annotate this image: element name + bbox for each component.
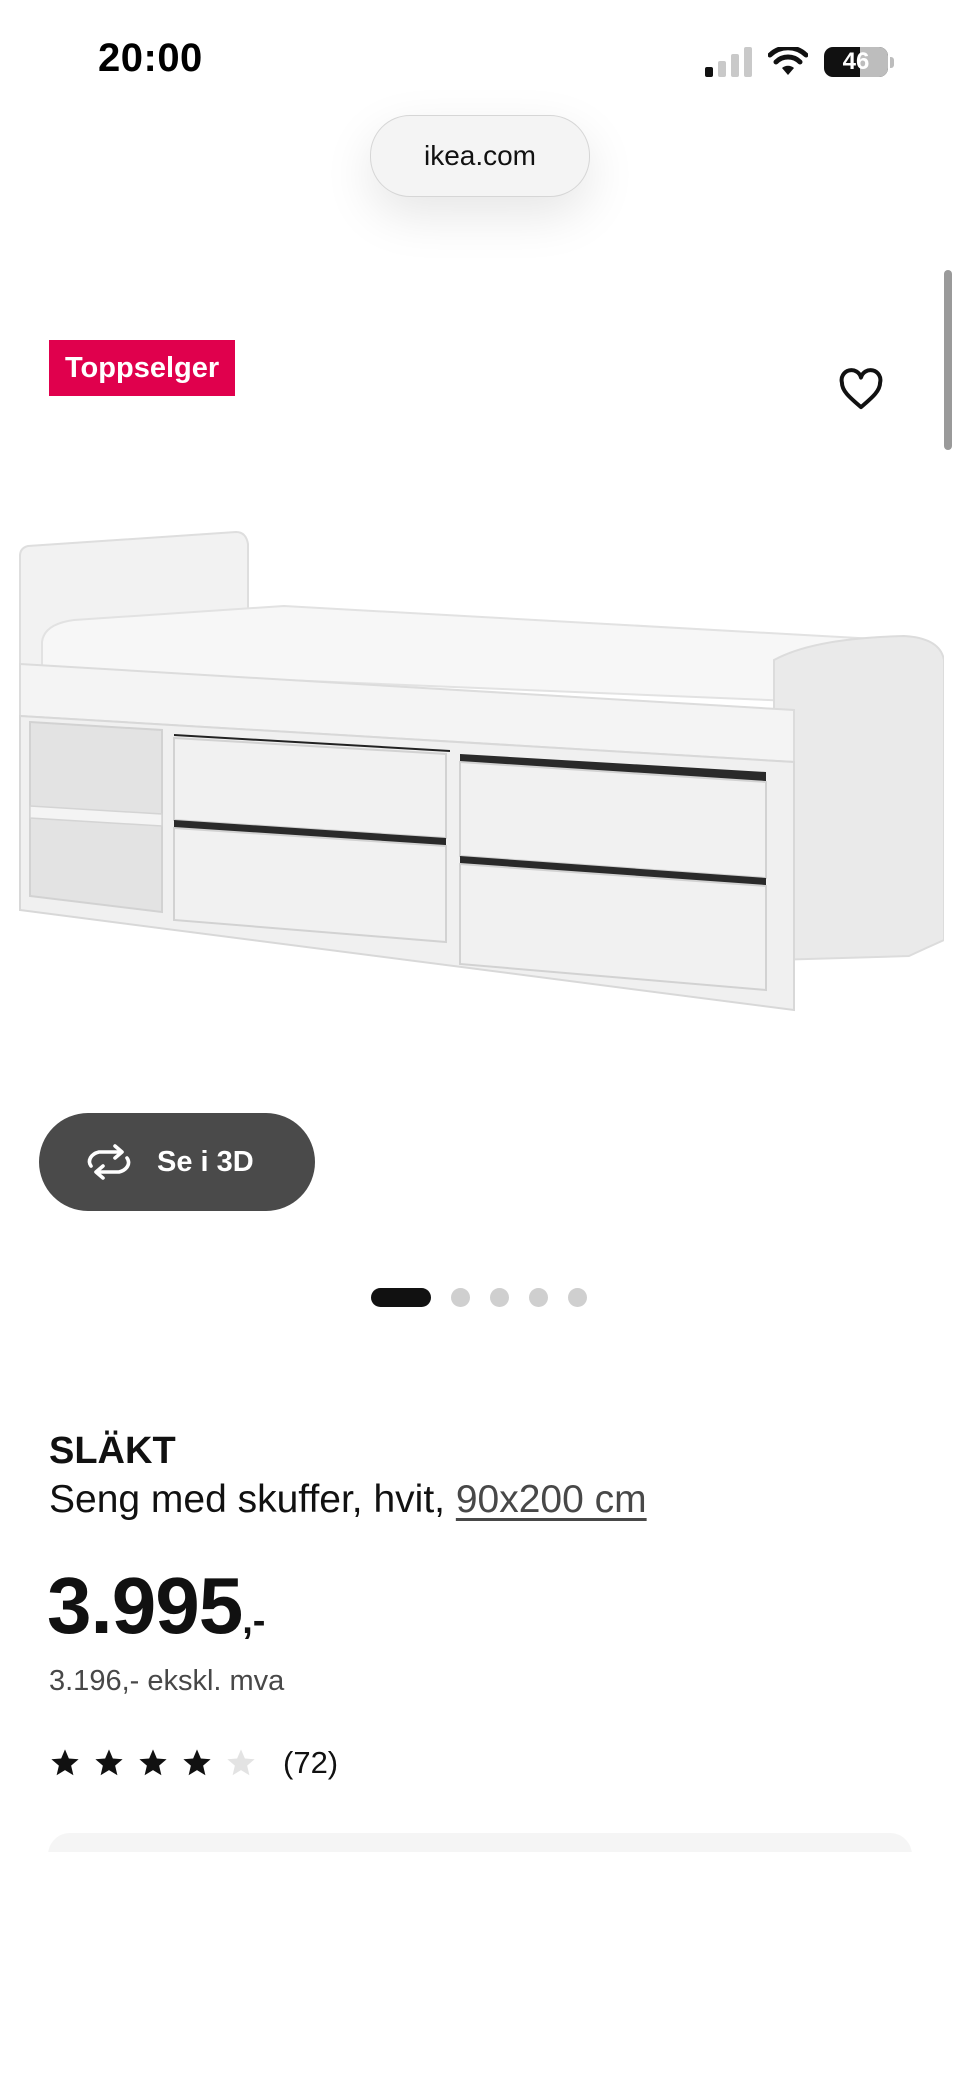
bestseller-badge: Toppselger [49,340,236,396]
product-description: Seng med skuffer, hvit, 90x200 cm [49,1478,647,1522]
rotate-3d-icon [87,1144,131,1180]
star-icon [51,1749,79,1776]
gallery-pagination [371,1288,587,1307]
battery-level: 46 [842,48,870,75]
gallery-dot[interactable] [529,1288,548,1307]
favorite-button[interactable] [832,360,890,418]
price-value: 3.995 [47,1561,243,1650]
star-icon [139,1749,167,1776]
heart-outline-icon [839,368,883,410]
star-icon [227,1749,255,1776]
product-price: 3.995 ,- [47,1560,265,1652]
size-link[interactable]: 90x200 cm [456,1478,647,1521]
gallery-dot[interactable] [451,1288,470,1307]
wifi-icon [768,47,808,75]
status-time: 20:00 [98,36,203,80]
scrollbar[interactable] [944,270,952,450]
product-name: SLÄKT [49,1430,176,1472]
review-count: (72) [283,1745,339,1780]
view-in-3d-label: Se i 3D [157,1145,254,1178]
rating[interactable]: (72) [49,1745,338,1781]
battery-icon: 46 [824,47,888,77]
address-bar[interactable]: ikea.com [370,115,590,197]
status-icons: 46 [705,44,894,80]
address-bar-url: ikea.com [423,140,537,171]
price-excl-vat: 3.196,- ekskl. mva [49,1665,285,1697]
view-in-3d-button[interactable]: Se i 3D [39,1113,315,1211]
rating-stars [49,1747,257,1779]
price-suffix: ,- [242,1600,266,1642]
gallery-dot[interactable] [371,1288,431,1307]
product-image[interactable] [14,520,944,1020]
star-icon [95,1749,123,1776]
battery-tip [890,56,894,68]
product-type: Seng med skuffer, hvit, [49,1478,456,1521]
page-blank-area [0,1852,960,2078]
gallery-dot[interactable] [568,1288,587,1307]
gallery-dot[interactable] [490,1288,509,1307]
cellular-signal-icon [705,47,752,77]
star-icon [183,1749,211,1776]
